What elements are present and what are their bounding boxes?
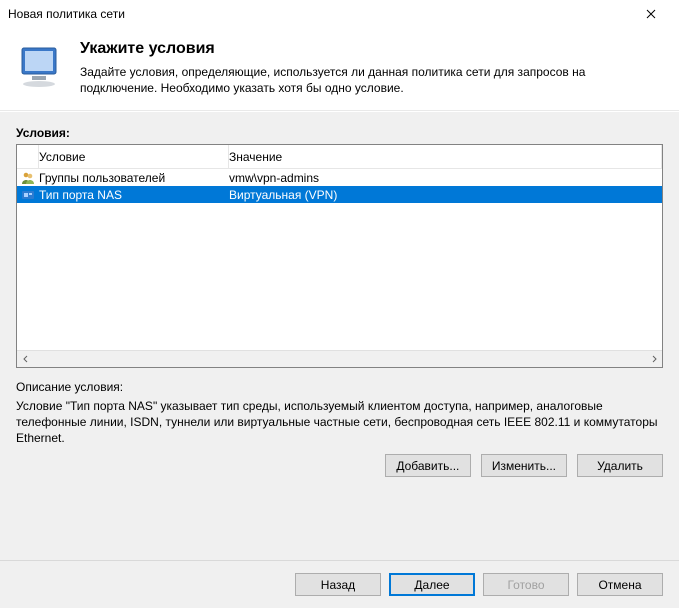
wizard-header: Укажите условия Задайте условия, определ… bbox=[0, 28, 679, 110]
page-title: Укажите условия bbox=[80, 40, 663, 58]
add-button[interactable]: Добавить... bbox=[385, 454, 471, 477]
remove-button[interactable]: Удалить bbox=[577, 454, 663, 477]
window-title: Новая политика сети bbox=[8, 7, 125, 21]
scroll-left-arrow[interactable] bbox=[17, 351, 34, 368]
cancel-button[interactable]: Отмена bbox=[577, 573, 663, 596]
wizard-monitor-icon bbox=[16, 42, 64, 90]
cell-value: vmw\vpn-admins bbox=[229, 171, 662, 185]
next-button[interactable]: Далее bbox=[389, 573, 475, 596]
description-text: Условие "Тип порта NAS" указывает тип ср… bbox=[16, 398, 663, 442]
horizontal-scrollbar[interactable] bbox=[17, 350, 662, 367]
conditions-list[interactable]: Условие Значение Группы пользователей vm… bbox=[16, 144, 663, 368]
list-body: Группы пользователей vmw\vpn-admins Тип … bbox=[17, 169, 662, 350]
list-item[interactable]: Тип порта NAS Виртуальная (VPN) bbox=[17, 186, 662, 203]
cell-condition: Тип порта NAS bbox=[39, 188, 229, 202]
port-icon bbox=[17, 188, 39, 202]
finish-button[interactable]: Готово bbox=[483, 573, 569, 596]
users-icon bbox=[17, 171, 39, 185]
condition-actions: Добавить... Изменить... Удалить bbox=[16, 454, 663, 477]
cell-value: Виртуальная (VPN) bbox=[229, 188, 662, 202]
description-label: Описание условия: bbox=[16, 380, 663, 394]
content-area: Условия: Условие Значение Группы пользов… bbox=[0, 112, 679, 560]
close-button[interactable] bbox=[631, 0, 671, 28]
wizard-footer: Назад Далее Готово Отмена bbox=[0, 560, 679, 608]
list-item[interactable]: Группы пользователей vmw\vpn-admins bbox=[17, 169, 662, 186]
scroll-right-arrow[interactable] bbox=[645, 351, 662, 368]
close-icon bbox=[646, 9, 656, 19]
column-value[interactable]: Значение bbox=[229, 145, 662, 168]
list-header: Условие Значение bbox=[17, 145, 662, 169]
conditions-label: Условия: bbox=[16, 126, 663, 140]
titlebar: Новая политика сети bbox=[0, 0, 679, 28]
edit-button[interactable]: Изменить... bbox=[481, 454, 567, 477]
column-condition[interactable]: Условие bbox=[39, 145, 229, 168]
page-subtitle: Задайте условия, определяющие, используе… bbox=[80, 64, 663, 96]
back-button[interactable]: Назад bbox=[295, 573, 381, 596]
cell-condition: Группы пользователей bbox=[39, 171, 229, 185]
